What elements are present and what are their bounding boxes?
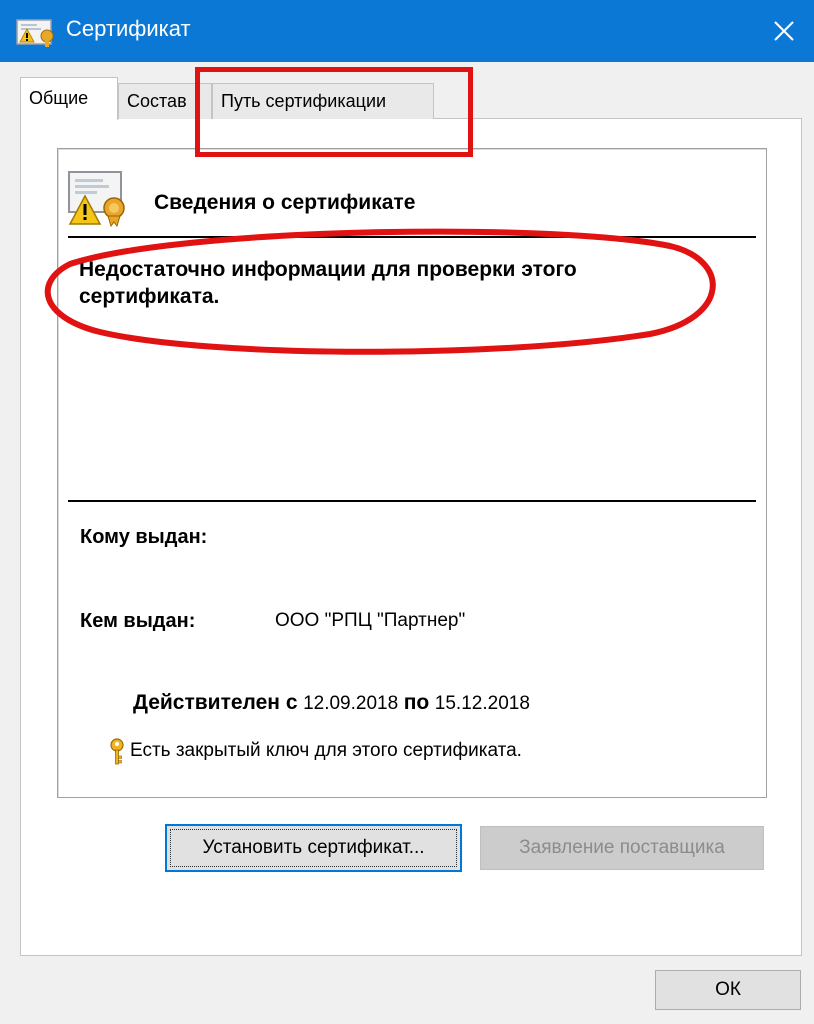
tab-general[interactable]: Общие [20, 77, 118, 120]
certificate-info-heading: Сведения о сертификате [154, 191, 416, 214]
install-certificate-button[interactable]: Установить сертификат... [165, 824, 462, 872]
window-titlebar[interactable]: Сертификат [0, 0, 814, 62]
tab-composition[interactable]: Состав [118, 83, 212, 119]
issued-by-value: ООО "РПЦ "Партнер" [275, 610, 466, 631]
window-title: Сертификат [66, 16, 191, 41]
close-button[interactable] [754, 0, 814, 62]
divider [68, 236, 756, 238]
focus-rectangle [170, 829, 457, 867]
valid-from-date: 12.09.2018 [303, 693, 399, 714]
divider [68, 500, 756, 502]
validity-period: Действителен с 12.09.2018 по 15.12.2018 [133, 688, 530, 719]
private-key-text: Есть закрытый ключ для этого сертификата… [130, 740, 522, 761]
issued-by-label: Кем выдан: [80, 610, 196, 632]
valid-to-label: по [403, 691, 430, 714]
verification-warning-text: Недостаточно информации для проверки это… [79, 258, 577, 308]
tab-certification-path[interactable]: Путь сертификации [212, 83, 434, 119]
issuer-statement-button[interactable]: Заявление поставщика [480, 826, 764, 870]
certificate-icon [16, 19, 54, 47]
close-icon [774, 21, 794, 41]
valid-from-label: Действителен с [133, 691, 298, 714]
ok-button[interactable]: ОК [655, 970, 801, 1010]
issued-to-label: Кому выдан: [80, 526, 208, 548]
certificate-warning-icon [68, 171, 125, 228]
valid-to-date: 15.12.2018 [434, 693, 530, 714]
key-icon [110, 738, 124, 765]
tab-strip: Общие Состав Путь сертификации [20, 77, 802, 120]
